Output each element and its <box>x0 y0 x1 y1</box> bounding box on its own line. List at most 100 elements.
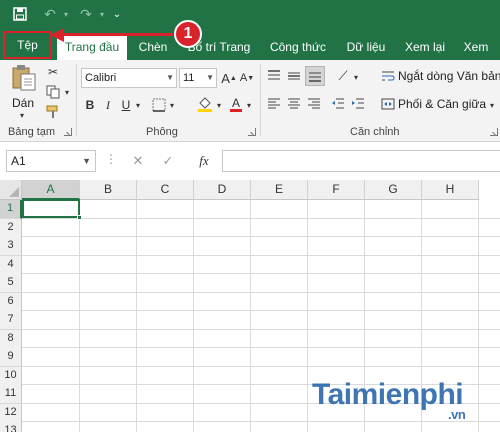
row-header-10[interactable]: 10 <box>0 367 22 386</box>
tab-insert[interactable]: Chèn <box>130 34 176 60</box>
grid-row-line <box>22 218 500 219</box>
row-header-2[interactable]: 2 <box>0 219 22 238</box>
tab-formulas[interactable]: Công thức <box>264 34 332 60</box>
copy-dropdown-icon[interactable]: ▾ <box>63 86 71 98</box>
merge-center-icon[interactable] <box>380 96 396 112</box>
row-header-11[interactable]: 11 <box>0 385 22 404</box>
file-tab-highlight <box>3 31 52 59</box>
redo-dropdown-icon[interactable]: ▾ <box>96 4 108 24</box>
select-all-button[interactable] <box>0 180 22 200</box>
callout-badge: 1 <box>174 20 202 48</box>
row-header-5[interactable]: 5 <box>0 274 22 293</box>
decrease-font-size-icon[interactable]: A ▼ <box>239 68 255 88</box>
increase-indent-icon[interactable] <box>350 96 366 112</box>
underline-button[interactable]: U <box>118 96 134 114</box>
row-header-9[interactable]: 9 <box>0 348 22 367</box>
grid-column-line <box>193 200 194 432</box>
cut-icon[interactable]: ✂ <box>44 64 62 80</box>
column-header-d[interactable]: D <box>194 180 251 200</box>
undo-dropdown-icon[interactable]: ▾ <box>60 4 72 24</box>
font-name-value: Calibri <box>85 72 117 84</box>
middle-align-icon[interactable] <box>286 68 302 84</box>
row-header-8[interactable]: 8 <box>0 330 22 349</box>
merge-center-button[interactable]: Phối & Căn giữa <box>398 97 486 111</box>
borders-dropdown-icon[interactable]: ▾ <box>168 98 176 112</box>
align-center-icon[interactable] <box>286 96 302 112</box>
borders-icon[interactable] <box>150 96 168 114</box>
customize-qat-icon[interactable]: ⌄ <box>110 4 124 24</box>
paste-icon[interactable] <box>10 64 38 92</box>
font-launcher-icon[interactable] <box>248 128 256 136</box>
insert-function-icon[interactable]: fx <box>192 150 216 172</box>
column-header-b[interactable]: B <box>80 180 137 200</box>
paste-label[interactable]: Dán <box>12 96 34 110</box>
enter-icon[interactable]: ✓ <box>156 150 180 172</box>
tab-home[interactable]: Trang đầu <box>57 34 127 60</box>
grid-column-line <box>250 200 251 432</box>
row-header-3[interactable]: 3 <box>0 237 22 256</box>
column-header-g[interactable]: G <box>365 180 422 200</box>
column-header-e[interactable]: E <box>251 180 308 200</box>
grid-row-line <box>22 366 500 367</box>
undo-icon[interactable]: ↶ <box>40 4 60 24</box>
fill-color-icon[interactable] <box>196 94 214 114</box>
formula-input[interactable] <box>222 150 500 172</box>
paste-dropdown-icon[interactable]: ▾ <box>16 110 28 120</box>
increase-font-size-icon[interactable]: A ▲ <box>221 68 237 88</box>
wrap-text-button[interactable]: Ngắt dòng Văn bản <box>398 69 500 83</box>
fill-color-dropdown-icon[interactable]: ▾ <box>215 98 223 112</box>
name-box[interactable]: A1 ▼ <box>6 150 96 172</box>
clipboard-group-label: Bảng tạm <box>8 126 56 138</box>
tab-data[interactable]: Dữ liệu <box>340 34 392 60</box>
alignment-group-label: Căn chỉnh <box>350 126 400 138</box>
grid-column-line <box>478 200 479 432</box>
font-size-combo[interactable]: 11 ▼ <box>179 68 217 88</box>
formula-bar-grip-icon[interactable]: ⋮ <box>105 152 117 166</box>
row-header-12[interactable]: 12 <box>0 404 22 423</box>
group-separator <box>76 64 77 136</box>
alignment-launcher-icon[interactable] <box>490 128 498 136</box>
orientation-icon[interactable]: ⟋ <box>334 66 352 86</box>
fill-handle[interactable] <box>77 215 82 220</box>
decrease-indent-icon[interactable] <box>330 96 346 112</box>
grid-row-line <box>22 236 500 237</box>
column-header-h[interactable]: H <box>422 180 479 200</box>
redo-icon[interactable]: ↷ <box>76 4 96 24</box>
grid-row-line <box>22 329 500 330</box>
row-header-13[interactable]: 13 <box>0 422 22 432</box>
grid-row-line <box>22 255 500 256</box>
row-header-1[interactable]: 1 <box>0 200 22 219</box>
italic-button[interactable]: I <box>100 96 116 114</box>
active-cell-a1[interactable] <box>22 199 80 218</box>
format-painter-icon[interactable] <box>44 104 62 120</box>
grid-row-line <box>22 421 500 422</box>
column-header-a[interactable]: A <box>22 180 80 200</box>
font-color-icon[interactable]: A <box>228 94 244 114</box>
chevron-down-icon: ▼ <box>166 73 174 82</box>
watermark-text: Taimienphi <box>312 378 464 411</box>
tab-review[interactable]: Xem lại <box>400 34 450 60</box>
save-icon[interactable] <box>8 4 32 24</box>
align-right-icon[interactable] <box>306 96 322 112</box>
clipboard-launcher-icon[interactable] <box>64 128 72 136</box>
column-header-c[interactable]: C <box>137 180 194 200</box>
bottom-align-icon[interactable] <box>305 66 325 86</box>
align-left-icon[interactable] <box>266 96 282 112</box>
row-header-7[interactable]: 7 <box>0 311 22 330</box>
grid-row-line <box>22 292 500 293</box>
top-align-icon[interactable] <box>266 68 282 84</box>
merge-dropdown-icon[interactable]: ▾ <box>488 99 496 111</box>
bold-button[interactable]: B <box>82 96 98 114</box>
title-bar: ↶ ▾ ↷ ▾ ⌄ <box>0 0 500 28</box>
column-header-f[interactable]: F <box>308 180 365 200</box>
tab-view[interactable]: Xem <box>456 34 496 60</box>
copy-icon[interactable] <box>44 84 62 100</box>
font-color-dropdown-icon[interactable]: ▾ <box>245 98 253 112</box>
wrap-text-icon[interactable] <box>380 68 396 84</box>
underline-dropdown-icon[interactable]: ▾ <box>134 98 142 112</box>
row-header-6[interactable]: 6 <box>0 293 22 312</box>
row-header-4[interactable]: 4 <box>0 256 22 275</box>
cancel-icon[interactable]: ✕ <box>126 150 150 172</box>
font-name-combo[interactable]: Calibri ▼ <box>81 68 177 88</box>
orientation-dropdown-icon[interactable]: ▾ <box>352 70 360 84</box>
